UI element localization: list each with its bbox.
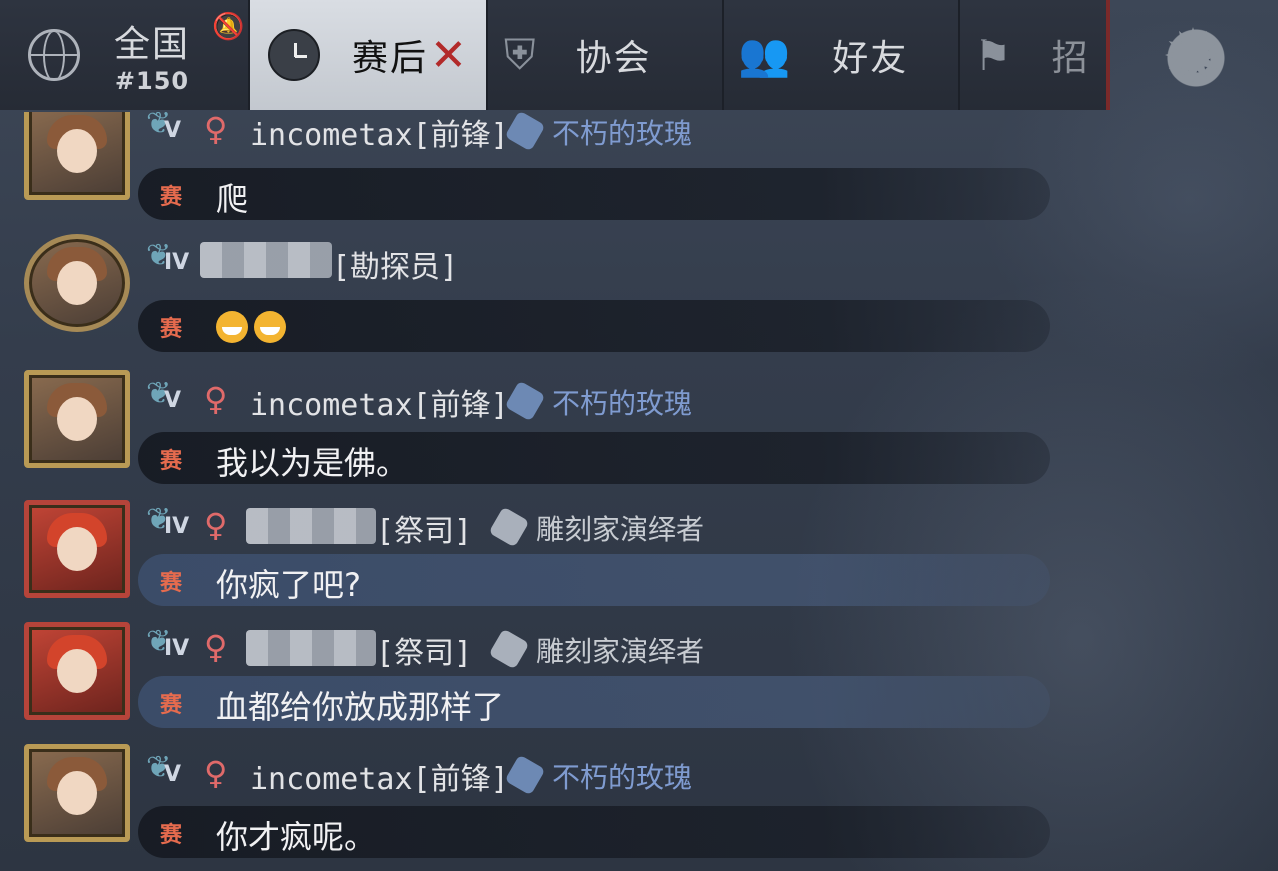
rank-badge-icon: IV [146, 624, 192, 668]
channel-badge: 赛 [160, 317, 183, 342]
player-title: 不朽的玫瑰 [552, 761, 693, 794]
player-name[interactable]: incometax[前锋] [250, 380, 509, 424]
chat-message: V ♀ incometax[前锋] 不朽的玫瑰 赛 我以为是佛。 [0, 366, 1278, 488]
player-title: 雕刻家演绎者 [536, 635, 705, 668]
national-rank: #150 [114, 67, 190, 95]
female-icon: ♀ [204, 628, 228, 666]
rank-badge-icon: V [146, 376, 192, 420]
grin-emoji-icon [216, 311, 248, 343]
redacted-name [246, 508, 376, 544]
tab-national-label: 全国 [114, 24, 191, 65]
tab-national[interactable]: 全国 #150 🔕 [0, 0, 250, 110]
message-text: 爬 [216, 180, 249, 218]
player-name[interactable]: incometax[前锋] [250, 754, 509, 798]
tab-friends-label: 好友 [832, 38, 909, 79]
channel-badge: 赛 [160, 449, 183, 474]
avatar[interactable] [24, 622, 130, 720]
female-icon: ♀ [204, 754, 228, 792]
tab-association-label: 协会 [575, 38, 652, 79]
channel-badge: 赛 [160, 571, 183, 596]
title-tag-icon [488, 628, 530, 670]
grin-emoji-icon [254, 311, 286, 343]
gear-icon[interactable] [1158, 14, 1234, 100]
rank-badge-icon: IV [146, 502, 192, 546]
message-bubble[interactable]: 赛 我以为是佛。 [138, 432, 1050, 484]
flag-icon: ⚑ [974, 30, 1012, 80]
rank-badge-icon: V [146, 112, 192, 150]
muted-bell-icon[interactable]: 🔕 [212, 12, 244, 42]
tab-friends[interactable]: 👥 好友 [724, 0, 960, 110]
tab-recruit-label: 招 [1051, 38, 1090, 79]
chat-message: IV ♀ [祭司] 雕刻家演绎者 赛 你疯了吧? [0, 496, 1278, 618]
chat-message: V ♀ incometax[前锋] 不朽的玫瑰 赛 你才疯呢。 [0, 740, 1278, 862]
message-bubble[interactable]: 赛 你才疯呢。 [138, 806, 1050, 858]
player-name[interactable]: [祭司] [376, 506, 472, 550]
message-text: 血都给你放成那样了 [216, 688, 505, 726]
title-tag-icon [504, 754, 546, 796]
channel-tab-bar: 全国 #150 🔕 赛后 ✕ ⛨ 协会 👥 好友 ⚑ 招 [0, 0, 1278, 112]
avatar[interactable] [24, 370, 130, 468]
channel-badge: 赛 [160, 823, 183, 848]
redacted-name [200, 242, 332, 278]
avatar[interactable] [24, 112, 130, 200]
player-title: 不朽的玫瑰 [552, 387, 693, 420]
message-bubble[interactable]: 赛 你疯了吧? [138, 554, 1050, 606]
globe-icon [28, 29, 80, 81]
tab-recruit[interactable]: ⚑ 招 [960, 0, 1110, 110]
female-icon: ♀ [204, 506, 228, 544]
title-tag-icon [504, 112, 546, 152]
message-bubble[interactable]: 赛 [138, 300, 1050, 352]
player-title: 雕刻家演绎者 [536, 513, 705, 546]
close-icon[interactable]: ✕ [430, 30, 467, 81]
message-bubble[interactable]: 赛 血都给你放成那样了 [138, 676, 1050, 728]
channel-badge: 赛 [160, 185, 183, 210]
chat-message: IV [勘探员] 赛 [0, 234, 1278, 356]
chat-message: IV ♀ [祭司] 雕刻家演绎者 赛 血都给你放成那样了 [0, 618, 1278, 740]
female-icon: ♀ [204, 380, 228, 418]
chat-message-list[interactable]: V ♀ incometax[前锋] 不朽的玫瑰 赛 爬 IV [勘探员] 赛 V… [0, 112, 1278, 871]
friends-icon: 👥 [738, 30, 791, 79]
tab-association[interactable]: ⛨ 协会 [488, 0, 724, 110]
message-text: 你才疯呢。 [216, 818, 377, 856]
message-text: 我以为是佛。 [216, 444, 409, 482]
rank-badge-icon: IV [146, 238, 192, 282]
player-name[interactable]: [祭司] [376, 628, 472, 672]
channel-badge: 赛 [160, 693, 183, 718]
message-bubble[interactable]: 赛 爬 [138, 168, 1050, 220]
avatar[interactable] [24, 744, 130, 842]
tab-post-match[interactable]: 赛后 ✕ [250, 0, 488, 110]
clock-icon [268, 29, 320, 81]
female-icon: ♀ [204, 112, 228, 148]
player-name[interactable]: incometax[前锋] [250, 112, 509, 154]
player-title: 不朽的玫瑰 [552, 117, 693, 150]
player-name[interactable]: [勘探员] [332, 242, 458, 286]
title-tag-icon [504, 380, 546, 422]
message-text [216, 306, 292, 344]
message-text: 你疯了吧? [216, 566, 361, 604]
rank-badge-icon: V [146, 750, 192, 794]
title-tag-icon [488, 506, 530, 548]
tab-post-match-label: 赛后 [352, 38, 429, 79]
chat-message: V ♀ incometax[前锋] 不朽的玫瑰 赛 爬 [0, 112, 1278, 226]
shield-icon: ⛨ [504, 30, 536, 79]
redacted-name [246, 630, 376, 666]
avatar[interactable] [24, 234, 130, 332]
avatar[interactable] [24, 500, 130, 598]
